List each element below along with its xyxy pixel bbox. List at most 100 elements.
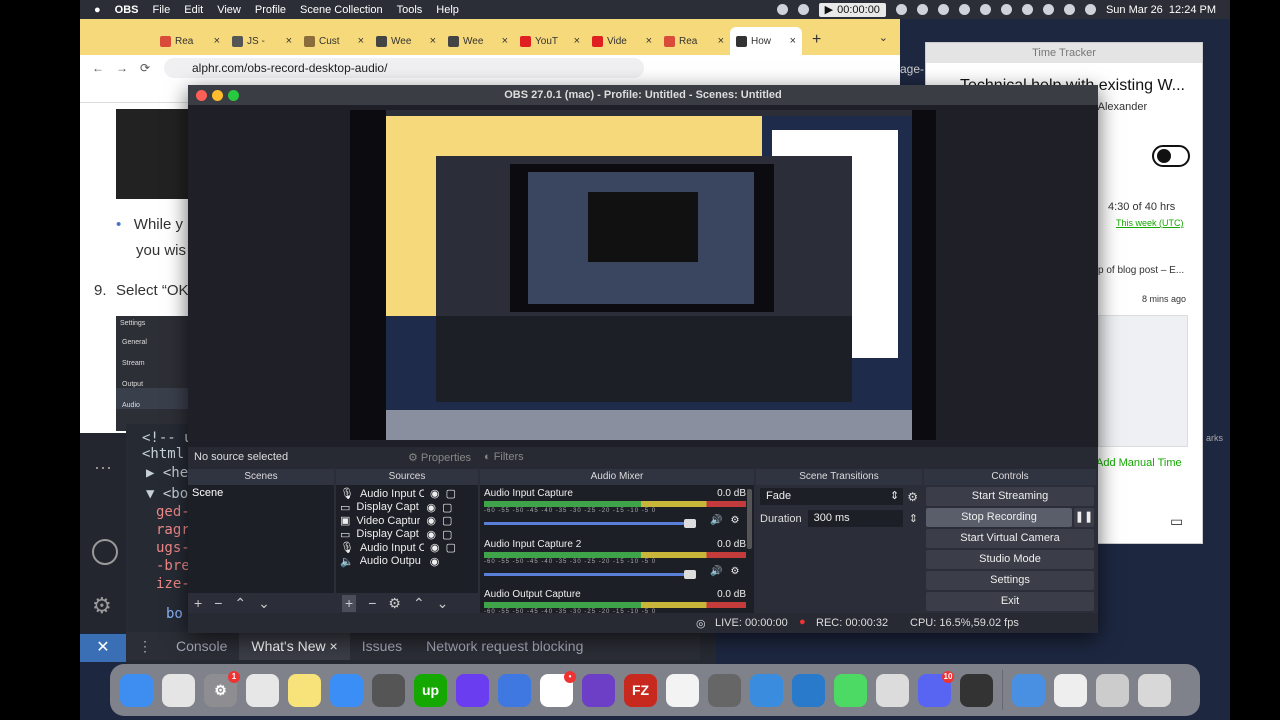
add-manual-time-link[interactable]: Add Manual Time: [1096, 457, 1182, 469]
filters-button[interactable]: ◐ Filters: [484, 451, 524, 463]
close-window-button[interactable]: [196, 90, 207, 101]
status-icon[interactable]: [776, 4, 788, 15]
status-icon[interactable]: [916, 4, 928, 15]
lock-icon[interactable]: ▢: [446, 541, 456, 554]
dock-app-safari-icon[interactable]: [330, 673, 363, 707]
close-icon[interactable]: ×: [358, 35, 364, 47]
volume-slider[interactable]: [484, 570, 696, 579]
tab-console[interactable]: Console: [164, 638, 239, 654]
tracker-toggle[interactable]: [1152, 145, 1190, 167]
gear-icon[interactable]: ⚙: [388, 595, 401, 612]
dock-app-app-icon[interactable]: [498, 673, 531, 707]
close-icon[interactable]: ×: [430, 35, 436, 47]
menu-help[interactable]: Help: [436, 4, 459, 16]
speaker-icon[interactable]: 🔊: [710, 566, 722, 577]
close-icon[interactable]: ×: [574, 35, 580, 47]
dock-app-vs-code-icon[interactable]: [792, 673, 825, 707]
source-item[interactable]: ▭ Display Capt ◉ ▢: [336, 501, 478, 515]
settings-button[interactable]: Settings: [926, 571, 1094, 590]
zoom-window-button[interactable]: [228, 90, 239, 101]
duration-input[interactable]: 300 ms: [807, 510, 903, 527]
browser-tab[interactable]: Wee ×: [442, 27, 514, 55]
lock-icon[interactable]: ▢: [446, 487, 456, 500]
browser-tab[interactable]: Wee ×: [370, 27, 442, 55]
menu-profile[interactable]: Profile: [255, 4, 286, 16]
dock-app-trash-icon[interactable]: [1138, 673, 1171, 707]
menu-clock[interactable]: Sun Mar 26 12:24 PM: [1106, 4, 1216, 16]
pause-icon[interactable]: ❚❚: [1074, 508, 1094, 527]
studio-mode-button[interactable]: Studio Mode: [926, 550, 1094, 569]
source-item[interactable]: 🎙 Audio Input C ◉ ▢: [336, 541, 478, 555]
dock-app-notes-icon[interactable]: [288, 673, 321, 707]
move-up-button[interactable]: ⌃: [413, 595, 425, 612]
eye-icon[interactable]: ◉: [430, 541, 440, 554]
dock-app-discord-icon[interactable]: 10: [918, 670, 954, 707]
gear-icon[interactable]: ⚙: [730, 566, 739, 577]
close-icon[interactable]: ✕: [80, 634, 126, 662]
account-icon[interactable]: [92, 539, 118, 565]
tracker-screenshot[interactable]: [1098, 315, 1188, 447]
lock-icon[interactable]: ▢: [442, 501, 452, 514]
apple-icon[interactable]: ●: [94, 4, 101, 16]
exit-button[interactable]: Exit: [926, 592, 1094, 611]
dock-app-finder-icon[interactable]: [120, 673, 153, 707]
close-icon[interactable]: ×: [790, 35, 796, 47]
more-icon[interactable]: ⋮: [126, 638, 164, 655]
tab-issues[interactable]: Issues: [350, 638, 414, 654]
source-item[interactable]: ▭ Display Capt ◉ ▢: [336, 528, 478, 542]
add-source-button[interactable]: +: [342, 595, 357, 612]
menu-app-name[interactable]: OBS: [115, 4, 139, 16]
obs-preview[interactable]: [188, 105, 1098, 447]
dock-app-messages-icon[interactable]: [834, 673, 867, 707]
reload-icon[interactable]: ⟳: [140, 61, 150, 75]
chat-icon[interactable]: ▭: [1170, 513, 1183, 530]
move-down-button[interactable]: ⌄: [258, 595, 270, 612]
eye-icon[interactable]: ◉: [430, 487, 440, 500]
menu-tools[interactable]: Tools: [397, 4, 423, 16]
bluetooth-icon[interactable]: [1000, 4, 1012, 15]
close-icon[interactable]: ×: [286, 35, 292, 47]
dock-app-pen-tool-icon[interactable]: [666, 673, 699, 707]
eye-icon[interactable]: ◉: [426, 528, 436, 541]
forward-icon[interactable]: →: [116, 61, 128, 75]
status-icon[interactable]: [937, 4, 949, 15]
stepper-icon[interactable]: ⇕: [909, 512, 918, 525]
source-item[interactable]: 🎙 Audio Input C ◉ ▢: [336, 487, 478, 501]
move-down-button[interactable]: ⌄: [437, 595, 449, 612]
volume-slider[interactable]: [484, 519, 696, 528]
eye-icon[interactable]: ◉: [426, 514, 436, 527]
speaker-icon[interactable]: 🔊: [710, 515, 722, 526]
dock-app-chrome-icon[interactable]: [246, 673, 279, 707]
dock-app-upwork-icon[interactable]: up: [414, 673, 447, 707]
dock-app-screenshot-icon[interactable]: [1054, 673, 1087, 707]
close-icon[interactable]: ×: [502, 35, 508, 47]
menu-view[interactable]: View: [217, 4, 241, 16]
chevron-down-icon[interactable]: ⌄: [879, 31, 888, 44]
gear-icon[interactable]: ⚙: [92, 593, 112, 619]
gear-icon[interactable]: ⚙: [730, 515, 739, 526]
back-icon[interactable]: ←: [92, 61, 104, 75]
eye-icon[interactable]: ◉: [430, 555, 440, 568]
dock-app-calculator-icon[interactable]: [372, 673, 405, 707]
status-icon[interactable]: [979, 4, 991, 15]
move-up-button[interactable]: ⌃: [234, 595, 246, 612]
dock-app-xcode-icon[interactable]: [750, 673, 783, 707]
tab-network-request-blocking[interactable]: Network request blocking: [414, 638, 595, 654]
eye-icon[interactable]: ◉: [426, 501, 436, 514]
browser-tab[interactable]: Rea ×: [154, 27, 226, 55]
search-icon[interactable]: [1063, 4, 1075, 15]
minimize-window-button[interactable]: [212, 90, 223, 101]
browser-tab[interactable]: YouT ×: [514, 27, 586, 55]
mixer-scrollbar[interactable]: [747, 489, 752, 549]
dock-app-system-preferences-icon[interactable]: ⚙ 1: [204, 670, 240, 707]
dock-app-slack-icon[interactable]: ✱ •: [540, 670, 576, 707]
browser-tab[interactable]: Rea ×: [658, 27, 730, 55]
dock-app-preview-icon[interactable]: [876, 673, 909, 707]
dock-app-github-icon[interactable]: [582, 673, 615, 707]
battery-icon[interactable]: [1021, 4, 1033, 15]
status-icon[interactable]: [958, 4, 970, 15]
dock-app-obs-icon[interactable]: [960, 673, 993, 707]
dock-app-printer-icon[interactable]: [1096, 673, 1129, 707]
dock-app-filezilla-icon[interactable]: FZ: [624, 673, 657, 707]
close-icon[interactable]: ×: [646, 35, 652, 47]
